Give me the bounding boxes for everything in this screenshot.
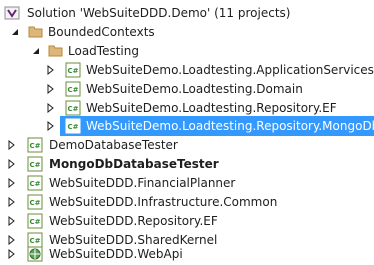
csharp-project-icon: C#	[65, 118, 81, 134]
expanded-arrow-icon[interactable]	[10, 27, 20, 37]
svg-text:C#: C#	[67, 105, 78, 113]
project-node[interactable]: C# WebSuiteDemo.Loadtesting.ApplicationS…	[0, 60, 374, 80]
folder-open-icon	[48, 45, 63, 57]
collapsed-arrow-icon[interactable]	[6, 159, 16, 169]
collapsed-arrow-icon[interactable]	[6, 216, 16, 226]
collapsed-arrow-icon[interactable]	[6, 140, 16, 150]
folder-loadtesting[interactable]: LoadTesting	[0, 41, 374, 61]
project-label: WebSuiteDDD.Infrastructure.Common	[49, 195, 278, 209]
svg-text:C#: C#	[29, 199, 40, 207]
expanded-arrow-icon[interactable]	[31, 46, 41, 56]
collapsed-arrow-icon[interactable]	[45, 103, 55, 113]
collapsed-arrow-icon[interactable]	[45, 65, 55, 75]
csharp-project-icon: C#	[65, 62, 81, 78]
csharp-project-icon: C#	[27, 194, 43, 210]
project-label: WebSuiteDemo.Loadtesting.Repository.EF	[86, 101, 337, 115]
solution-icon	[4, 6, 20, 20]
collapsed-arrow-icon[interactable]	[45, 121, 55, 131]
project-node[interactable]: C# WebSuiteDemo.Loadtesting.Domain	[0, 79, 374, 99]
solution-label: Solution 'WebSuiteDDD.Demo' (11 projects…	[27, 6, 291, 20]
folder-open-icon	[28, 26, 43, 38]
csharp-project-icon: C#	[65, 100, 81, 116]
csharp-project-icon: C#	[27, 156, 43, 172]
collapsed-arrow-icon[interactable]	[6, 178, 16, 188]
project-node-startup[interactable]: C# MongoDbDatabaseTester	[0, 154, 374, 174]
folder-label: BoundedContexts	[48, 25, 155, 39]
solution-node[interactable]: Solution 'WebSuiteDDD.Demo' (11 projects…	[0, 3, 374, 23]
project-label: WebSuiteDDD.Repository.EF	[49, 214, 218, 228]
project-label: WebSuiteDDD.WebApi	[49, 247, 183, 261]
project-label: WebSuiteDemo.Loadtesting.Repository.Mong…	[86, 119, 374, 133]
project-node[interactable]: C# WebSuiteDDD.FinancialPlanner	[0, 173, 374, 193]
folder-label: LoadTesting	[68, 44, 139, 58]
folder-boundedcontexts[interactable]: BoundedContexts	[0, 22, 374, 42]
project-node[interactable]: C# WebSuiteDemo.Loadtesting.Repository.E…	[0, 98, 374, 118]
collapsed-arrow-icon[interactable]	[6, 197, 16, 207]
project-label: WebSuiteDDD.FinancialPlanner	[49, 176, 236, 190]
project-label: DemoDatabaseTester	[49, 138, 178, 152]
project-node[interactable]: C# WebSuiteDDD.Repository.EF	[0, 211, 374, 231]
svg-text:C#: C#	[67, 86, 78, 94]
csharp-project-icon: C#	[27, 137, 43, 153]
project-label: WebSuiteDemo.Loadtesting.Domain	[86, 82, 303, 96]
collapsed-arrow-icon[interactable]	[45, 84, 55, 94]
svg-text:C#: C#	[29, 180, 40, 188]
svg-text:C#: C#	[67, 123, 78, 131]
project-label: MongoDbDatabaseTester	[49, 157, 219, 171]
project-node[interactable]: WebSuiteDDD.WebApi	[0, 244, 374, 264]
project-node[interactable]: C# WebSuiteDDD.Infrastructure.Common	[0, 192, 374, 212]
csharp-project-icon: C#	[65, 81, 81, 97]
svg-text:C#: C#	[29, 161, 40, 169]
collapsed-arrow-icon[interactable]	[6, 249, 16, 259]
web-project-icon	[27, 246, 43, 262]
svg-text:C#: C#	[29, 218, 40, 226]
svg-text:C#: C#	[67, 67, 78, 75]
svg-text:C#: C#	[29, 142, 40, 150]
project-label: WebSuiteDemo.Loadtesting.ApplicationServ…	[86, 63, 374, 77]
project-node[interactable]: C# DemoDatabaseTester	[0, 135, 374, 155]
csharp-project-icon: C#	[27, 175, 43, 191]
project-node-selected[interactable]: C# WebSuiteDemo.Loadtesting.Repository.M…	[0, 116, 374, 136]
csharp-project-icon: C#	[27, 213, 43, 229]
